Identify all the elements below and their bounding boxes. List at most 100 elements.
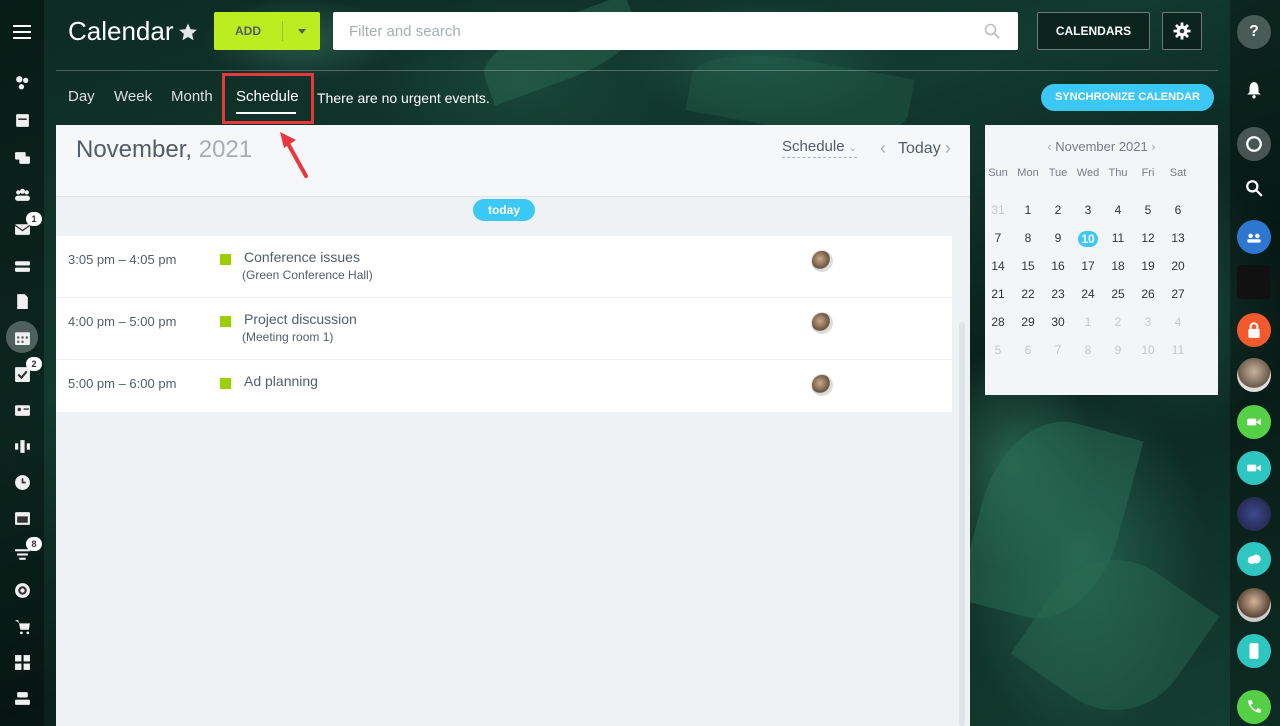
cart-icon[interactable] [12,616,32,636]
drive-icon[interactable] [12,256,32,276]
search-icon[interactable] [984,23,1000,39]
calendar-day[interactable]: 25 [1103,287,1133,301]
attendee-avatar[interactable] [811,250,833,272]
calendar-day[interactable]: 9 [1103,343,1133,357]
help-icon[interactable]: ? [1237,15,1271,49]
calendar-day[interactable]: 9 [1043,231,1073,245]
calendar-day[interactable]: 27 [1163,287,1193,301]
phone-icon[interactable] [1237,690,1271,724]
mail-icon[interactable]: 1 [12,212,42,239]
calendar-day[interactable]: 18 [1103,259,1133,273]
calendars-button[interactable]: CALENDARS [1037,12,1150,50]
chevron-left-icon[interactable]: ‹ [880,139,886,157]
calendar-day[interactable]: 3 [1133,315,1163,329]
calendar-day[interactable]: 5 [983,343,1013,357]
calendar-day[interactable]: 26 [1133,287,1163,301]
calendar-day[interactable]: 5 [1133,203,1163,217]
menu-icon[interactable] [13,25,31,39]
group-chat-icon[interactable] [1237,220,1271,254]
calendar-icon[interactable] [6,321,38,353]
calendar-day[interactable]: 31 [983,203,1013,217]
add-button[interactable]: ADD [214,12,320,50]
event-title[interactable]: Conference issues [244,249,360,265]
calendar-day[interactable]: 21 [983,287,1013,301]
calendar-day[interactable]: 19 [1133,259,1163,273]
settings-stack-icon[interactable] [12,688,32,708]
calendar-day[interactable]: 2 [1103,315,1133,329]
contact-card-icon[interactable] [12,400,32,420]
calendar-day[interactable]: 1 [1013,203,1043,217]
calendar-day[interactable]: 8 [1073,343,1103,357]
mobile-app-icon[interactable] [1237,634,1271,668]
calendar-day[interactable]: 11 [1163,343,1193,357]
event-title[interactable]: Project discussion [244,311,357,327]
chevron-left-icon[interactable]: ‹ [1047,139,1051,154]
user-avatar[interactable] [1237,358,1271,392]
browser-icon[interactable] [12,508,32,528]
calendar-day[interactable]: 3 [1073,203,1103,217]
event-row[interactable]: 4:00 pm – 5:00 pm Project discussion (Me… [56,298,952,360]
calendar-day[interactable]: 30 [1043,315,1073,329]
attendee-avatar[interactable] [811,374,833,396]
calendar-day[interactable]: 24 [1073,287,1103,301]
clock-icon[interactable] [12,472,32,492]
scrollbar[interactable] [959,322,965,726]
video-conference-icon[interactable] [1237,451,1271,485]
attendee-avatar[interactable] [811,312,833,334]
calendar-day[interactable]: 22 [1013,287,1043,301]
groups-icon[interactable] [12,184,32,204]
checkbox-tasks-icon[interactable]: 2 [12,357,42,384]
tab-day[interactable]: Day [68,88,95,105]
calendar-day[interactable]: 6 [1013,343,1043,357]
workflow-icon[interactable] [12,436,32,456]
calendar-day[interactable]: 17 [1073,259,1103,273]
cloud-icon[interactable] [1237,542,1271,576]
calendar-day[interactable]: 4 [1163,315,1193,329]
chevron-right-icon[interactable]: › [1151,139,1155,154]
calendar-day[interactable]: 12 [1133,231,1163,245]
bell-icon[interactable] [1237,73,1271,107]
brand-logo-avatar[interactable] [1237,265,1271,299]
tasks-list-icon[interactable] [12,110,32,130]
view-select[interactable]: Schedule ⌄ [782,138,857,158]
lock-icon[interactable] [1237,313,1271,347]
calendar-day[interactable]: 29 [1013,315,1043,329]
calendar-day[interactable]: 28 [983,315,1013,329]
document-icon[interactable] [12,291,32,311]
search-icon[interactable] [1237,171,1271,205]
chevron-right-icon[interactable]: › [945,139,951,157]
feed-list-icon[interactable]: 8 [12,537,42,564]
calendar-day[interactable]: 7 [983,231,1013,245]
calendar-day[interactable]: 8 [1013,231,1043,245]
calendar-day[interactable]: 15 [1013,259,1043,273]
event-row[interactable]: 3:05 pm – 4:05 pm Conference issues (Gre… [56,236,952,298]
calendar-day[interactable]: 13 [1163,231,1193,245]
apps-icon[interactable] [12,652,32,672]
event-title[interactable]: Ad planning [244,373,318,389]
calendar-day[interactable]: 6 [1163,203,1193,217]
chat-icon[interactable] [12,148,32,168]
tab-week[interactable]: Week [114,88,152,105]
calendar-day[interactable]: 23 [1043,287,1073,301]
calendar-day[interactable]: 16 [1043,259,1073,273]
star-icon[interactable] [178,22,198,42]
calendar-day[interactable]: 10 [1133,343,1163,357]
chevron-down-icon[interactable] [283,12,320,50]
calendar-day[interactable]: 7 [1043,343,1073,357]
calendar-day[interactable]: 10 [1073,231,1103,247]
calendar-day[interactable]: 1 [1073,315,1103,329]
calendar-day[interactable]: 14 [983,259,1013,273]
video-call-icon[interactable] [1237,405,1271,439]
group-avatar[interactable] [1237,497,1271,531]
message-search-icon[interactable] [1237,127,1271,161]
synchronize-calendar-button[interactable]: SYNCHRONIZE CALENDAR [1041,84,1214,111]
user-avatar[interactable] [1237,588,1271,622]
calendar-day[interactable]: 2 [1043,203,1073,217]
feed-icon[interactable] [12,72,32,92]
settings-button[interactable] [1162,12,1202,50]
today-button[interactable]: Today [898,140,941,158]
calendar-day[interactable]: 4 [1103,203,1133,217]
calendar-day[interactable]: 20 [1163,259,1193,273]
search-input[interactable] [333,12,953,50]
target-icon[interactable] [12,580,32,600]
